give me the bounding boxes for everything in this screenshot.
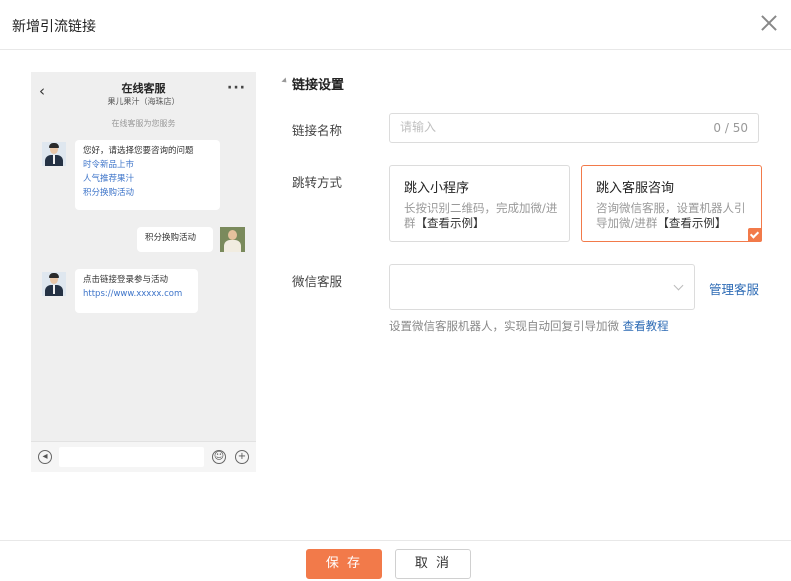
name-label: 链接名称 bbox=[292, 123, 343, 138]
collapse-icon bbox=[281, 77, 289, 85]
chat-title: 在线客服 bbox=[121, 82, 166, 95]
dialog-title: 新增引流链接 bbox=[12, 19, 96, 35]
emoji-icon: ☺ bbox=[212, 450, 226, 464]
more-icon: ··· bbox=[227, 80, 246, 96]
cancel-button[interactable]: 取 消 bbox=[395, 549, 471, 579]
user-message-bubble: 积分换购活动 bbox=[137, 227, 213, 252]
plus-icon: + bbox=[235, 450, 249, 464]
agent-avatar bbox=[42, 272, 66, 296]
save-button[interactable]: 保 存 bbox=[306, 549, 382, 579]
wechat-service-select[interactable] bbox=[389, 264, 695, 310]
name-field: 0 / 50 bbox=[389, 113, 759, 143]
name-counter: 0 / 50 bbox=[713, 121, 748, 135]
hint-text: 设置微信客服机器人，实现自动回复引导加微 查看教程 bbox=[389, 319, 669, 333]
dialog-header: 新增引流链接 bbox=[0, 0, 791, 50]
greeting-link-item: 积分换购活动 bbox=[83, 188, 135, 198]
greeting-link-item: 时令新品上市 bbox=[83, 160, 135, 170]
option-service-consult[interactable]: 跳入客服咨询 咨询微信客服，设置机器人引导加微/进群【查看示例】 bbox=[581, 165, 762, 242]
option-desc: 长按识别二维码，完成加微/进群【查看示例】 bbox=[404, 201, 558, 230]
jump-label: 跳转方式 bbox=[292, 175, 343, 190]
option-desc: 咨询微信客服，设置机器人引导加微/进群【查看示例】 bbox=[596, 201, 746, 230]
chat-notice: 在线客服为您服务 bbox=[111, 119, 176, 128]
greeting-link-item: 人气推荐果汁 bbox=[83, 174, 135, 184]
tutorial-link[interactable]: 查看教程 bbox=[623, 319, 669, 333]
greeting-text: 您好，请选择您要咨询的问题 bbox=[83, 146, 194, 156]
close-icon[interactable] bbox=[759, 13, 779, 33]
selected-check-icon bbox=[748, 228, 762, 242]
example-link[interactable]: 【查看示例】 bbox=[657, 216, 726, 230]
greeting-bubble: 您好，请选择您要咨询的问题 时令新品上市 人气推荐果汁 积分换购活动 bbox=[75, 140, 220, 210]
reply-bubble: 点击链接登录参与活动 https://www.xxxxx.com bbox=[75, 269, 198, 313]
name-input[interactable] bbox=[400, 120, 680, 134]
reply-link: https://www.xxxxx.com bbox=[83, 289, 183, 299]
phone-preview: ‹ 在线客服 果儿果汁（海珠店） ··· 在线客服为您服务 您好，请选择您要咨询… bbox=[31, 72, 256, 472]
chat-subtitle: 果儿果汁（海珠店） bbox=[107, 97, 180, 106]
chat-input bbox=[59, 447, 204, 467]
chevron-down-icon bbox=[673, 280, 684, 291]
manage-service-link[interactable]: 管理客服 bbox=[709, 279, 759, 298]
chat-header: ‹ 在线客服 果儿果汁（海珠店） ··· bbox=[31, 72, 256, 112]
voice-icon: ◂ bbox=[38, 450, 52, 464]
option-mini-program[interactable]: 跳入小程序 长按识别二维码，完成加微/进群【查看示例】 bbox=[389, 165, 570, 242]
chat-input-bar: ◂ ☺ + bbox=[31, 441, 256, 472]
section-title: 链接设置 bbox=[292, 78, 345, 93]
example-link[interactable]: 【查看示例】 bbox=[416, 216, 485, 230]
option-title: 跳入小程序 bbox=[404, 181, 470, 196]
reply-text: 点击链接登录参与活动 bbox=[83, 275, 169, 285]
option-title: 跳入客服咨询 bbox=[596, 181, 675, 196]
wechat-service-label: 微信客服 bbox=[292, 274, 343, 289]
agent-avatar bbox=[42, 142, 66, 166]
user-avatar bbox=[220, 227, 245, 252]
